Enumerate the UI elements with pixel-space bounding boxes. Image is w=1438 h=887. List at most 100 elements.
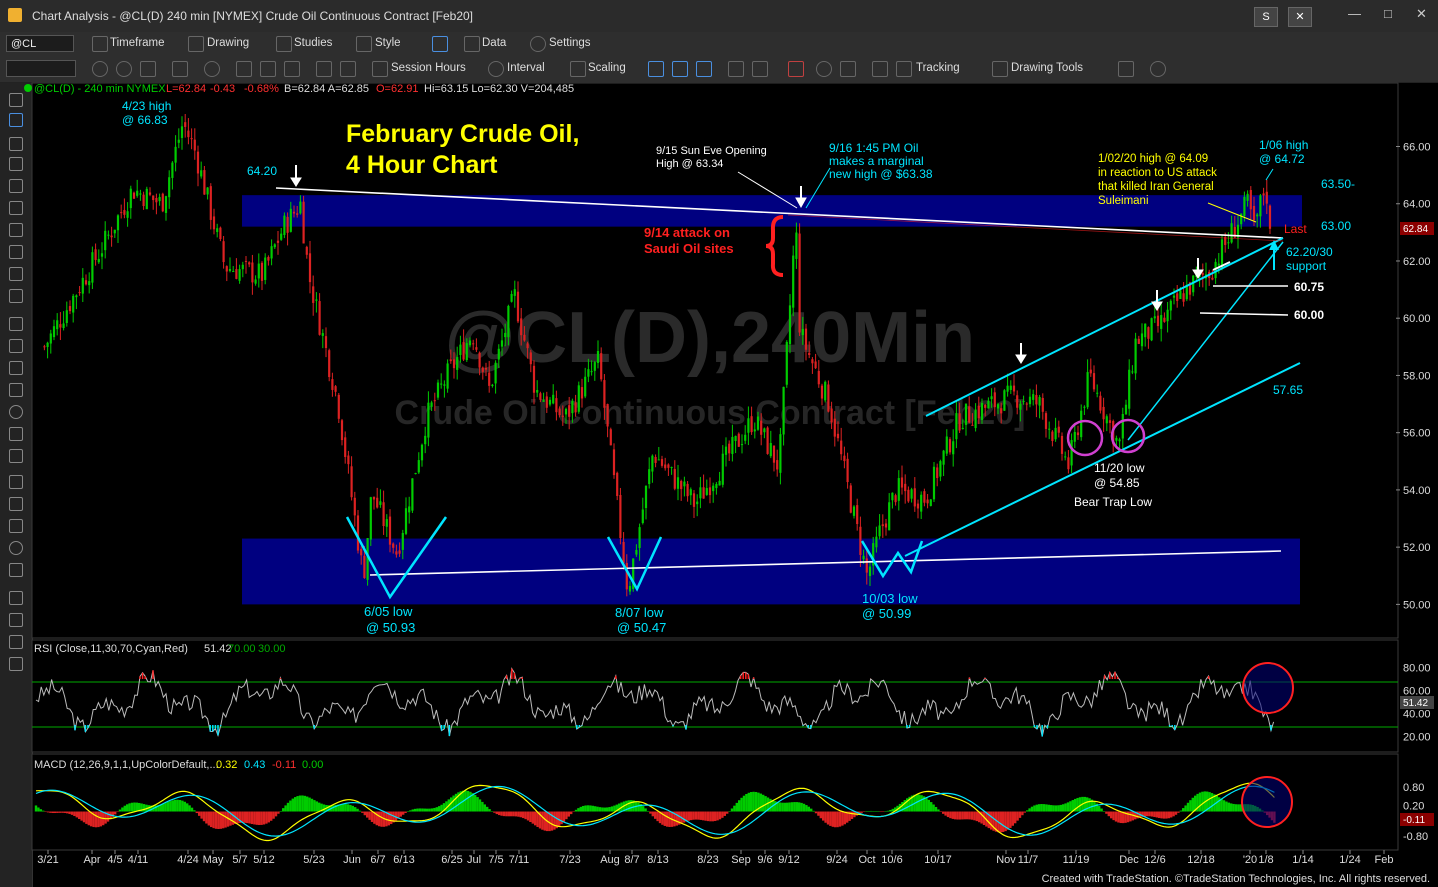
macd-histogram-bar <box>591 805 594 812</box>
macd-histogram-bar <box>1014 811 1017 824</box>
candle-body <box>600 353 603 380</box>
candle-body <box>500 340 504 347</box>
candle-body <box>46 342 49 348</box>
candle-body <box>462 342 465 360</box>
macd-histogram-bar <box>428 808 431 812</box>
candle-body <box>1166 309 1169 322</box>
macd-histogram-bar <box>433 807 436 812</box>
macd-histogram-bar <box>286 802 290 812</box>
macd-histogram-bar <box>1189 800 1192 812</box>
candle-body <box>696 501 699 505</box>
candle-body <box>891 492 894 501</box>
candle-body <box>1092 373 1096 390</box>
macd-histogram-bar <box>1057 805 1060 812</box>
candle-body <box>798 233 801 333</box>
candle-body <box>113 229 116 234</box>
macd-histogram-bar <box>654 811 657 819</box>
macd-histogram-bar <box>315 801 318 812</box>
macd-histogram-bar <box>934 806 938 812</box>
candle-body <box>804 328 808 350</box>
candle-body <box>542 400 545 402</box>
macd-histogram-bar <box>1062 804 1065 812</box>
label-high-423-b: @ 66.83 <box>122 113 168 127</box>
candle-body <box>241 264 244 270</box>
candle-body <box>817 370 820 385</box>
candle-body <box>59 324 62 328</box>
candle-body <box>1003 390 1006 411</box>
candle-body <box>1096 392 1099 394</box>
macd-histogram-bar <box>414 808 417 812</box>
candle-body <box>440 383 443 385</box>
macd-tick-label: 0.80 <box>1403 782 1424 794</box>
date-tick-label: 5/7 <box>232 854 247 866</box>
macd-histogram-bar <box>1232 803 1235 812</box>
candle-body <box>123 209 126 215</box>
candle-body <box>827 384 830 412</box>
label-1120-b: @ 54.85 <box>1094 476 1140 490</box>
candle-body <box>1201 272 1204 275</box>
candle-body <box>174 146 177 163</box>
macd-histogram-bar <box>769 798 772 812</box>
macd-histogram-bar <box>1021 811 1024 816</box>
candle-body <box>1265 191 1268 204</box>
chart-area[interactable]: @CL(D),240Min Crude Oil Continuous Contr… <box>0 0 1438 887</box>
macd-histogram-bar <box>1102 811 1106 812</box>
candle-body <box>676 477 680 489</box>
candle-body <box>590 371 593 373</box>
macd-histogram-bar <box>162 803 165 812</box>
macd-histogram-bar <box>505 811 508 817</box>
macd-histogram-bar <box>51 811 54 814</box>
label-6300: 63.00 <box>1321 219 1351 233</box>
candle-body <box>728 443 731 454</box>
candle-body <box>1262 193 1265 196</box>
macd-histogram-bar <box>740 797 743 812</box>
macd-histogram-bar <box>932 804 935 812</box>
candle-body <box>1080 410 1083 438</box>
candle-body <box>504 332 507 338</box>
candle-body <box>1105 416 1108 424</box>
macd-histogram-bar <box>754 791 758 812</box>
candle-body <box>772 445 776 463</box>
macd-histogram-bar <box>370 811 374 822</box>
candle-body <box>289 208 292 232</box>
candle-body <box>558 408 561 416</box>
candle-body <box>398 550 401 554</box>
candle-body <box>1044 413 1048 429</box>
macd-histogram-bar <box>954 811 957 820</box>
macd-histogram-bar <box>1026 810 1029 812</box>
label-sun-eve-b: High @ 63.34 <box>656 158 723 170</box>
candle-body <box>878 525 881 537</box>
candle-body <box>587 369 590 377</box>
candle-body <box>369 497 372 540</box>
macd-histogram-bar <box>426 808 429 812</box>
label-high-423-a: 4/23 high <box>122 99 171 113</box>
candle-body <box>228 268 232 272</box>
date-tick-label: '20 <box>1243 854 1257 866</box>
macd-histogram-bar <box>231 811 234 825</box>
macd-histogram-bar <box>577 808 580 812</box>
date-tick-label: 8/7 <box>624 854 639 866</box>
candle-body <box>379 501 382 505</box>
candle-body <box>734 435 737 441</box>
macd-histogram-bar <box>1179 810 1182 812</box>
macd-histogram-bar <box>87 811 90 826</box>
chart-title-line2: 4 Hour Chart <box>346 151 498 179</box>
candle-body <box>1083 406 1086 408</box>
macd-histogram-bar <box>277 811 280 814</box>
macd-histogram-bar <box>596 806 599 812</box>
candle-body <box>529 352 532 365</box>
candle-body <box>926 499 929 504</box>
candle-body <box>1070 440 1073 466</box>
candle-body <box>552 394 555 404</box>
candle-body <box>219 227 222 240</box>
candle-body <box>1134 338 1137 374</box>
macd-histogram-bar <box>514 811 518 817</box>
candle-body <box>443 384 446 386</box>
date-tick-label: 7/23 <box>559 854 580 866</box>
macd-histogram-bar <box>1100 808 1103 812</box>
candle-body <box>564 408 568 415</box>
candle-body <box>1006 385 1009 392</box>
candle-body <box>718 480 721 486</box>
candle-body <box>1035 395 1038 405</box>
candle-body <box>344 437 347 457</box>
